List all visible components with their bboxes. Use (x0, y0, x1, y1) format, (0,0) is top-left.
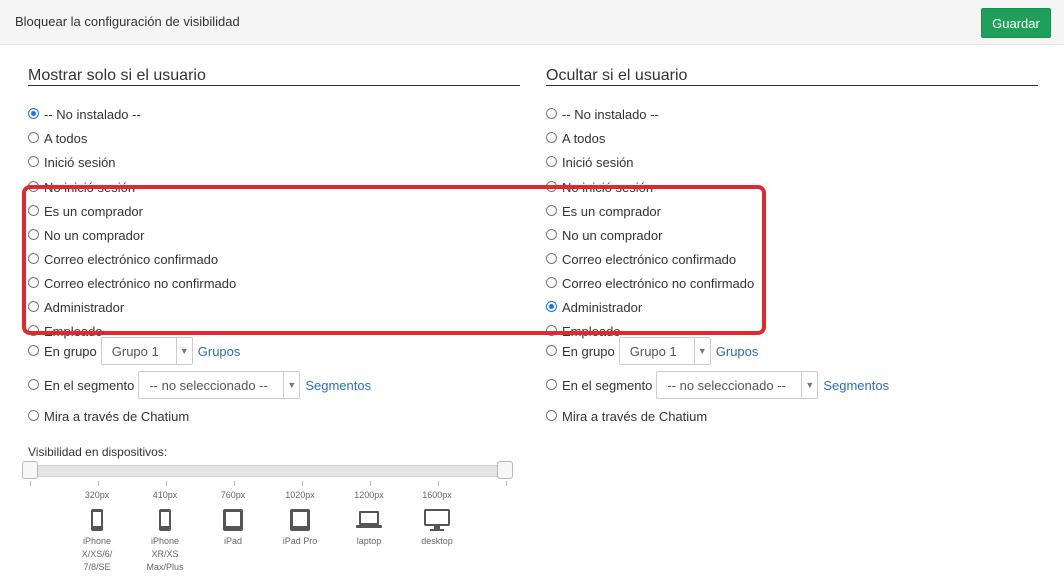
radio-option[interactable]: A todos (546, 128, 605, 148)
group-link[interactable]: Grupos (716, 344, 759, 359)
device-resolution: 1200px (354, 490, 384, 500)
slider-tick (98, 481, 99, 486)
radio-button[interactable] (546, 131, 557, 143)
device-1: 410px iPhone XR/XS Max/Plus (135, 489, 195, 574)
phone-icon (67, 505, 127, 535)
tablet-icon (203, 505, 263, 535)
slider-tick (506, 481, 507, 486)
radio-button[interactable] (546, 409, 557, 421)
radio-button[interactable] (28, 155, 39, 167)
slider-tick (30, 481, 31, 486)
slider-tick (438, 481, 439, 486)
chevron-down-icon: ▼ (175, 338, 192, 364)
slider-handle-max[interactable] (497, 461, 513, 479)
segment-label: En el segmento (562, 377, 653, 393)
slider-handle-min[interactable] (22, 461, 38, 479)
segment-row[interactable]: En el segmento -- no seleccionado -- ▼ Segm… (546, 370, 889, 400)
chevron-down-icon: ▼ (801, 372, 817, 398)
device-3: 1020px iPad Pro (270, 489, 330, 548)
group-select[interactable]: Grupo 1 ▼ (100, 337, 193, 365)
radio-label: -- No instalado -- (44, 106, 141, 122)
radio-button[interactable] (546, 155, 557, 167)
show-only-heading: Mostrar solo si el usuario (28, 62, 520, 86)
group-link[interactable]: Grupos (198, 344, 241, 359)
segment-row[interactable]: En el segmento -- no seleccionado -- ▼ Segm… (28, 370, 371, 400)
top-bar: Bloquear la configuración de visibilidad… (0, 0, 1064, 45)
page-title: Bloquear la configuración de visibilidad (15, 14, 240, 29)
radio-button[interactable] (28, 107, 39, 119)
radio-label: Mira a través de Chatium (562, 408, 708, 424)
radio-button[interactable] (28, 378, 39, 390)
device-5: 1600px desktop (407, 489, 467, 548)
segment-link[interactable]: Segmentos (823, 378, 889, 393)
radio-label: Inició sesión (562, 154, 634, 170)
slider-tick (370, 481, 371, 486)
radio-label: A todos (562, 130, 606, 146)
device-visibility-label: Visibilidad en dispositivos: (28, 445, 168, 459)
group-select[interactable]: Grupo 1 ▼ (618, 337, 711, 365)
slider-tick (234, 481, 235, 486)
device-name: desktop (421, 536, 453, 546)
hide-if-column: Ocultar si el usuario -- No instalado --… (546, 62, 1038, 424)
laptop-icon (339, 505, 399, 535)
group-label: En grupo (562, 343, 615, 359)
group-label: En grupo (44, 343, 97, 359)
device-resolution: 410px (152, 490, 178, 500)
device-0: 320px iPhone X/XS/6/ 7/8/SE (67, 489, 127, 574)
radio-option[interactable]: A todos (28, 128, 87, 148)
segment-label: En el segmento (44, 377, 135, 393)
radio-button[interactable] (28, 409, 39, 421)
device-name: iPhone X/XS/6/ 7/8/SE (81, 536, 113, 572)
radio-button[interactable] (546, 107, 557, 119)
tablet-icon (270, 505, 330, 535)
highlight-box (22, 185, 766, 335)
device-resolution: 1600px (422, 490, 452, 500)
radio-option[interactable]: -- No instalado -- (28, 104, 141, 124)
save-button[interactable]: Guardar (981, 8, 1051, 38)
phone-icon (135, 505, 195, 535)
device-name: iPhone XR/XS Max/Plus (146, 536, 184, 572)
hide-heading: Ocultar si el usuario (546, 62, 1038, 86)
device-slider-track[interactable] (22, 465, 512, 477)
radio-option[interactable]: Mira a través de Chatium (28, 406, 189, 426)
device-name: iPad (223, 536, 242, 546)
show-only-if-column: Mostrar solo si el usuario -- No instala… (28, 62, 520, 424)
chevron-down-icon: ▼ (693, 338, 710, 364)
device-resolution: 320px (84, 490, 110, 500)
slider-tick (302, 481, 303, 486)
device-resolution: 760px (220, 490, 246, 500)
radio-option[interactable]: Inició sesión (546, 152, 634, 172)
chevron-down-icon: ▼ (283, 372, 299, 398)
group-select-value: Grupo 1 (629, 343, 677, 359)
group-row[interactable]: En grupo Grupo 1 ▼ Grupos (28, 336, 240, 366)
radio-button[interactable] (546, 344, 557, 356)
radio-label: Inició sesión (44, 154, 116, 170)
group-select-value: Grupo 1 (111, 343, 159, 359)
device-name: laptop (356, 536, 382, 546)
desktop-icon (407, 505, 467, 535)
radio-label: Mira a través de Chatium (44, 408, 190, 424)
device-4: 1200px laptop (339, 489, 399, 548)
device-2: 760px iPad (203, 489, 263, 548)
segment-select[interactable]: -- no seleccionado -- ▼ (138, 371, 301, 399)
group-row[interactable]: En grupo Grupo 1 ▼ Grupos (546, 336, 758, 366)
radio-button[interactable] (28, 344, 39, 356)
radio-option[interactable]: Inició sesión (28, 152, 116, 172)
segment-link[interactable]: Segmentos (305, 378, 371, 393)
segment-select[interactable]: -- no seleccionado -- ▼ (656, 371, 819, 399)
radio-button[interactable] (546, 378, 557, 390)
radio-option[interactable]: -- No instalado -- (546, 104, 659, 124)
segment-select-value: -- no seleccionado -- (667, 377, 786, 393)
radio-label: -- No instalado -- (562, 106, 659, 122)
device-name: iPad Pro (282, 536, 318, 546)
radio-label: A todos (44, 130, 88, 146)
radio-button[interactable] (28, 131, 39, 143)
radio-option[interactable]: Mira a través de Chatium (546, 406, 707, 426)
device-resolution: 1020px (285, 490, 315, 500)
segment-select-value: -- no seleccionado -- (149, 377, 268, 393)
slider-tick (166, 481, 167, 486)
